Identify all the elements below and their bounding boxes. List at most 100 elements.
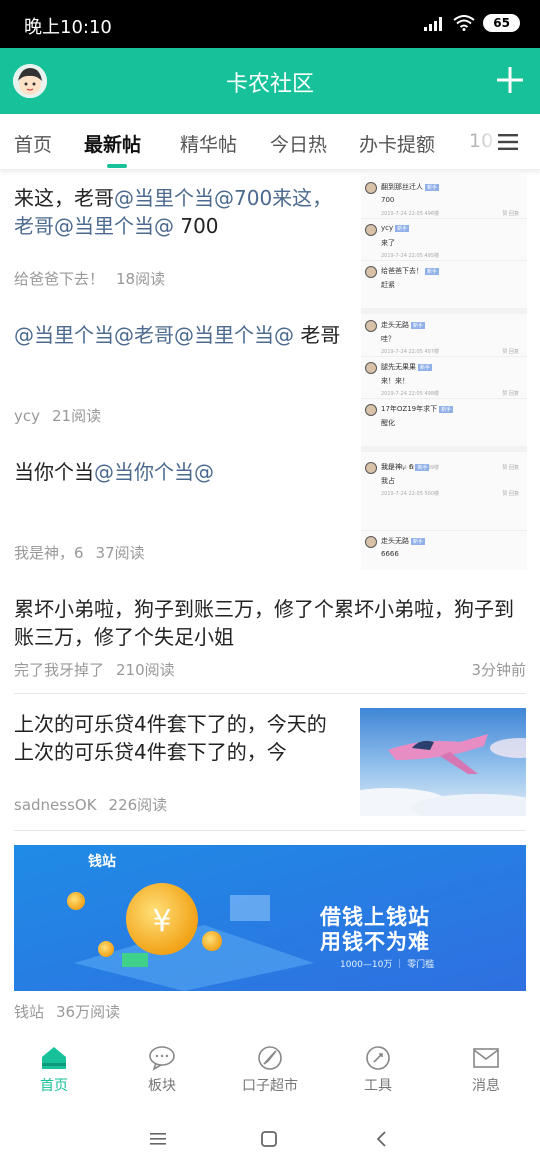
status-bar: 晚上10:10 65 bbox=[0, 0, 540, 48]
thumb-date: 2019-7-24 22:05 496楼 bbox=[381, 211, 440, 217]
post-meta: 完了我牙掉了 210阅读 bbox=[14, 659, 175, 680]
post-author: 钱站 bbox=[14, 1003, 45, 1021]
post-thumbnail-image[interactable]: 翻到那丝迁人 新手 700 2019-7-24 22:05 496楼 赞 回复 y… bbox=[361, 174, 527, 570]
wifi-icon bbox=[453, 15, 475, 31]
thumb-text: 700 bbox=[381, 196, 395, 204]
nav-label: 消息 bbox=[472, 1078, 500, 1094]
thumb-divider bbox=[361, 446, 527, 452]
back-icon[interactable] bbox=[374, 1130, 390, 1148]
thumb-actions: 赞 回复 bbox=[502, 349, 519, 355]
post-title: 来这，老哥@当里个当@700来这，老哥@当里个当@ 700 bbox=[14, 184, 349, 240]
thumb-avatar bbox=[365, 536, 377, 548]
thumb-actions: 赞 回复 bbox=[502, 391, 519, 397]
nav-label: 工具 bbox=[364, 1078, 392, 1094]
post-meta: ycy 21阅读 bbox=[14, 405, 101, 426]
post-author: 我是神，6 bbox=[14, 544, 84, 562]
thumb-username: 走头无路 bbox=[381, 321, 409, 329]
post-read-count: 18阅读 bbox=[116, 270, 166, 288]
nav-label: 板块 bbox=[148, 1078, 176, 1094]
post-item[interactable]: 上次的可乐贷4件套下了的，今天的上次的可乐贷4件套下了的，今 bbox=[14, 710, 334, 766]
thumb-tag: 新手 bbox=[411, 322, 426, 329]
thumb-text: 6666 bbox=[381, 550, 399, 558]
thumb-divider bbox=[361, 218, 527, 219]
thumb-avatar bbox=[365, 362, 377, 374]
app-header: 卡农社区 bbox=[0, 48, 540, 114]
tab-today-hot[interactable]: 今日热 bbox=[270, 130, 327, 157]
post-read-count: 37阅读 bbox=[95, 544, 145, 562]
tab-card-credit[interactable]: 办卡提额 bbox=[359, 130, 435, 157]
category-tabs: 首页 最新帖 精华帖 今日热 办卡提额 10 bbox=[0, 114, 540, 170]
thumb-avatar bbox=[365, 320, 377, 332]
home-icon bbox=[42, 1047, 66, 1069]
ad-banner[interactable]: ¥ 钱站 借钱上钱站 用钱不为难 1000—10万 ｜ 零门槛 bbox=[14, 845, 526, 991]
thumb-tag: 新手 bbox=[425, 268, 440, 275]
post-item[interactable]: 累坏小弟啦，狗子到账三万，修了个累坏小弟啦，狗子到账三万，修了个失足小姐 bbox=[14, 595, 526, 651]
post-author: 给爸爸下去！ bbox=[14, 270, 105, 288]
post-author: 完了我牙掉了 bbox=[14, 661, 105, 679]
thumb-date: 2019-7-24 22:05 495楼 bbox=[381, 253, 440, 259]
tab-menu-icon[interactable] bbox=[498, 134, 518, 150]
nav-sections[interactable]: 板块 bbox=[108, 1045, 216, 1095]
thumb-text: 来了 bbox=[381, 239, 395, 247]
thumb-username: 翻到那丝迁人 bbox=[381, 183, 423, 191]
post-author: ycy bbox=[14, 407, 41, 425]
post-read-count: 21阅读 bbox=[52, 407, 102, 425]
post-title-text: 700 bbox=[174, 214, 219, 238]
thumb-tag: 新手 bbox=[395, 225, 410, 232]
ad-brand: 钱站 bbox=[88, 854, 116, 870]
tab-latest[interactable]: 最新帖 bbox=[84, 130, 141, 157]
post-title: @当里个当@老哥@当里个当@ 老哥 bbox=[14, 321, 349, 349]
svg-text:¥: ¥ bbox=[152, 904, 171, 939]
thumb-username: 给爸爸下去！ bbox=[381, 267, 423, 275]
ad-subtitle: 1000—10万 ｜ 零门槛 bbox=[340, 960, 435, 970]
post-meta: 我是神，6 37阅读 bbox=[14, 542, 145, 563]
post-read-count: 226阅读 bbox=[108, 796, 168, 814]
thumb-date: 2019-7-24 22:05 500楼 bbox=[381, 491, 440, 497]
nav-loan-market[interactable]: 口子超市 bbox=[216, 1045, 324, 1095]
post-item[interactable]: @当里个当@老哥@当里个当@ 老哥 bbox=[14, 321, 349, 349]
nav-home[interactable]: 首页 bbox=[0, 1045, 108, 1095]
thumb-avatar bbox=[365, 182, 377, 194]
post-item[interactable]: 当你个当@当你个当@ bbox=[14, 458, 349, 486]
post-time: 3分钟前 bbox=[471, 661, 526, 679]
post-item[interactable]: 来这，老哥@当里个当@700来这，老哥@当里个当@ 700 bbox=[14, 184, 349, 240]
recent-apps-icon[interactable] bbox=[148, 1131, 168, 1147]
add-post-icon[interactable] bbox=[496, 66, 524, 94]
thumb-avatar bbox=[365, 404, 377, 416]
thumb-username: 17年OZ19年求下 bbox=[381, 405, 438, 413]
nav-label: 首页 bbox=[40, 1078, 68, 1094]
thumb-text: 赶紧 bbox=[381, 281, 395, 289]
thumb-actions: 赞 回复 bbox=[502, 465, 519, 471]
tool-icon bbox=[366, 1046, 390, 1070]
home-button-icon[interactable] bbox=[260, 1130, 278, 1148]
post-meta: 给爸爸下去！ 18阅读 bbox=[14, 268, 165, 289]
post-title-text: 老哥 bbox=[294, 323, 341, 347]
thumb-actions: 赞 回复 bbox=[502, 491, 519, 497]
thumb-username: ycy bbox=[381, 224, 394, 232]
post-thumbnail-image[interactable] bbox=[360, 708, 526, 816]
thumb-actions: 赞 回复 bbox=[502, 211, 519, 217]
tab-home[interactable]: 首页 bbox=[14, 130, 52, 157]
thumb-divider bbox=[361, 308, 527, 314]
chat-bubble-icon bbox=[149, 1046, 175, 1071]
system-navigation-bar bbox=[0, 1107, 540, 1170]
thumb-text: 哇？ bbox=[381, 335, 395, 343]
post-title-text: 当你个当 bbox=[14, 460, 94, 484]
status-icons: 65 bbox=[423, 14, 520, 32]
post-meta: 钱站 36万阅读 bbox=[14, 1001, 120, 1022]
thumb-date: 2019-7-24 22:05 498楼 bbox=[381, 391, 440, 397]
post-title-text: 来这，老哥 bbox=[14, 186, 114, 210]
post-read-count: 210阅读 bbox=[116, 661, 175, 679]
signal-icon bbox=[424, 17, 443, 31]
tab-featured[interactable]: 精华帖 bbox=[180, 130, 237, 157]
nav-tools[interactable]: 工具 bbox=[324, 1045, 432, 1095]
ad-headline-2: 用钱不为难 bbox=[320, 930, 430, 954]
post-title: 上次的可乐贷4件套下了的，今天的上次的可乐贷4件套下了的，今 bbox=[14, 712, 327, 764]
nav-messages[interactable]: 消息 bbox=[432, 1045, 540, 1095]
post-title: 当你个当@当你个当@ bbox=[14, 458, 349, 486]
post-meta: sadnessOK 226阅读 bbox=[14, 794, 167, 815]
post-title-mention: @当里个当@老哥@当里个当@ bbox=[14, 323, 294, 347]
thumb-username: 腿先无果果 bbox=[381, 363, 416, 371]
post-title-mention: @当你个当@ bbox=[94, 460, 214, 484]
thumb-tag: 新手 bbox=[418, 364, 433, 371]
